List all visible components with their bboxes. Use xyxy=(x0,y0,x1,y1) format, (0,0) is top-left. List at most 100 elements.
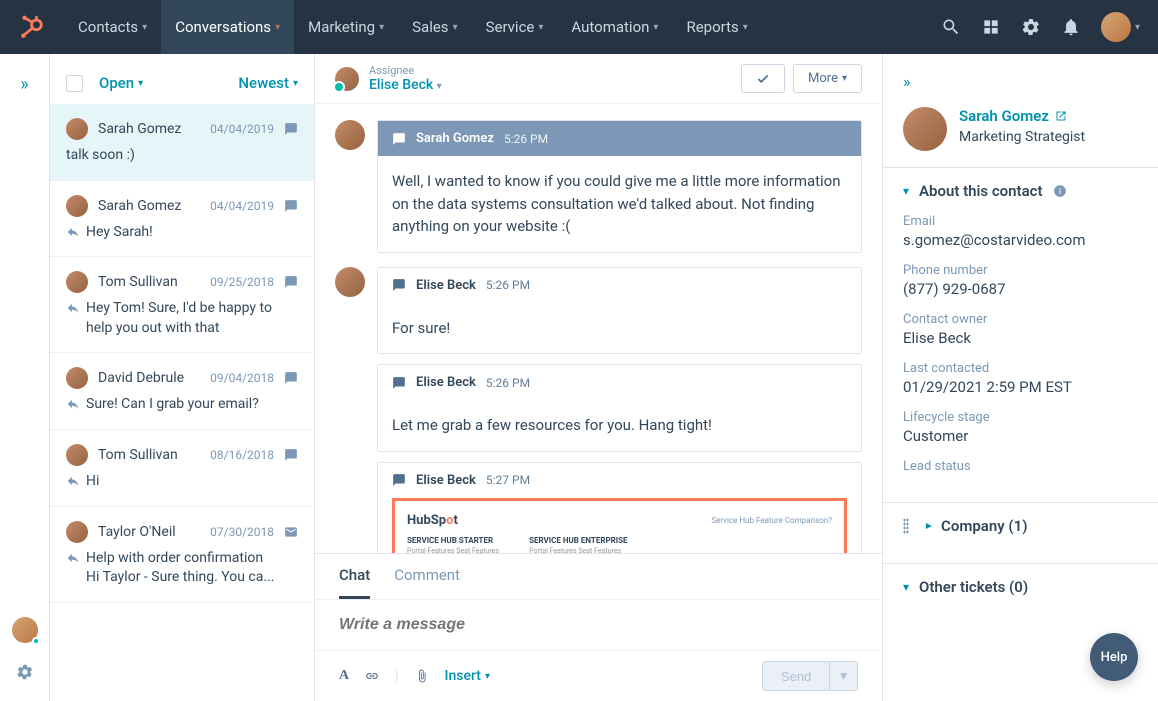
message[interactable]: Elise Beck5:26 PMLet me grab a few resou… xyxy=(377,364,862,452)
field-label: Contact owner xyxy=(903,312,1138,327)
main-nav: Contacts▾ Conversations▾ Marketing▾ Sale… xyxy=(64,0,941,54)
nav-conversations[interactable]: Conversations▾ xyxy=(161,0,294,54)
message-header: Sarah Gomez5:26 PM xyxy=(378,121,861,156)
chevron-right-icon: ▾ xyxy=(921,523,935,529)
section-title: About this contact xyxy=(919,182,1042,200)
chevron-down-icon: ▾ xyxy=(142,22,147,33)
nav-reports[interactable]: Reports▾ xyxy=(672,0,761,54)
sender-avatar xyxy=(335,120,365,150)
about-section-toggle[interactable]: ▾ About this contact xyxy=(903,182,1138,200)
bell-icon[interactable] xyxy=(1061,17,1081,37)
nav-service[interactable]: Service▾ xyxy=(472,0,558,54)
conversation-item[interactable]: Sarah Gomez 04/04/2019 talk soon :) xyxy=(50,104,314,181)
marketplace-icon[interactable] xyxy=(981,17,1001,37)
composer: Chat Comment A | Insert▾ Send ▾ xyxy=(315,553,882,701)
message-header: Elise Beck5:26 PM xyxy=(378,365,861,400)
rail-avatar[interactable] xyxy=(12,617,38,643)
message-header: Elise Beck5:27 PM xyxy=(378,463,861,498)
contact-name-link[interactable]: Sarah Gomez xyxy=(959,107,1085,125)
send-button[interactable]: Send xyxy=(762,661,830,691)
field-label: Email xyxy=(903,214,1138,229)
attachment-preview[interactable]: HubSpot Service Hub Feature Comparison? … xyxy=(392,498,847,554)
conversation-preview: Hi xyxy=(66,472,298,492)
message[interactable]: Sarah Gomez5:26 PM Well, I wanted to kno… xyxy=(377,120,862,253)
field-label: Lead status xyxy=(903,459,1138,474)
collapse-sidebar-button[interactable]: » xyxy=(903,72,1138,91)
send-dropdown[interactable]: ▾ xyxy=(830,661,858,691)
nav-contacts[interactable]: Contacts▾ xyxy=(64,0,161,54)
link-button[interactable] xyxy=(365,669,379,683)
chat-icon xyxy=(392,278,406,292)
field-value: s.gomez@costarvideo.com xyxy=(903,231,1138,249)
search-icon[interactable] xyxy=(941,17,961,37)
field-label: Phone number xyxy=(903,263,1138,278)
gear-icon[interactable] xyxy=(16,663,34,681)
conversation-item[interactable]: Taylor O'Neil 07/30/2018 Help with order… xyxy=(50,507,314,603)
conversation-date: 04/04/2019 xyxy=(210,199,274,213)
reply-icon xyxy=(66,301,80,315)
contact-field: Email s.gomez@costarvideo.com xyxy=(903,214,1138,249)
section-title: Other tickets (0) xyxy=(919,578,1028,596)
message[interactable]: Elise Beck5:27 PM HubSpot Service Hub Fe… xyxy=(377,462,862,554)
company-section-toggle[interactable]: ▾ Company (1) xyxy=(903,517,1138,535)
message[interactable]: Elise Beck5:26 PMFor sure! xyxy=(377,267,862,355)
conversation-name: Taylor O'Neil xyxy=(98,524,200,540)
user-avatar xyxy=(1101,12,1131,42)
conversation-item[interactable]: David Debrule 09/04/2018 Sure! Can I gra… xyxy=(50,353,314,430)
contact-field: Last contacted 01/29/2021 2:59 PM EST xyxy=(903,361,1138,396)
chat-icon xyxy=(392,376,406,390)
insert-button[interactable]: Insert▾ xyxy=(445,668,490,684)
conversation-item[interactable]: Tom Sullivan 08/16/2018 Hi xyxy=(50,430,314,507)
hubspot-logo[interactable] xyxy=(18,14,44,40)
filter-status[interactable]: Open▾ xyxy=(99,74,143,92)
contact-field: Lead status xyxy=(903,459,1138,474)
conversation-item[interactable]: Tom Sullivan 09/25/2018 Hey Tom! Sure, I… xyxy=(50,257,314,353)
sort-button[interactable]: Newest▾ xyxy=(238,74,298,92)
text-format-button[interactable]: A xyxy=(339,668,349,684)
field-label: Lifecycle stage xyxy=(903,410,1138,425)
chevron-down-icon: ▾ xyxy=(903,580,909,594)
expand-rail-button[interactable]: » xyxy=(20,74,28,95)
message-group: Elise Beck5:26 PMFor sure! Elise Beck5:2… xyxy=(335,267,862,554)
field-value: (877) 929-0687 xyxy=(903,280,1138,298)
message-input[interactable] xyxy=(339,616,858,634)
tickets-section-toggle[interactable]: ▾ Other tickets (0) xyxy=(903,578,1138,596)
select-all-checkbox[interactable] xyxy=(66,75,83,92)
attachment-button[interactable] xyxy=(415,669,429,683)
nav-sales[interactable]: Sales▾ xyxy=(398,0,471,54)
message-header: Elise Beck5:26 PM xyxy=(378,268,861,303)
external-link-icon xyxy=(1055,110,1067,122)
chat-icon xyxy=(284,371,298,385)
conversation-name: Sarah Gomez xyxy=(98,198,200,214)
nav-automation[interactable]: Automation▾ xyxy=(557,0,672,54)
chat-icon xyxy=(284,275,298,289)
drag-handle-icon[interactable] xyxy=(903,518,909,534)
tab-chat[interactable]: Chat xyxy=(339,566,370,599)
mark-done-button[interactable] xyxy=(741,64,785,93)
info-icon xyxy=(1053,184,1067,198)
field-label: Last contacted xyxy=(903,361,1138,376)
more-button[interactable]: More▾ xyxy=(793,64,862,93)
gear-icon[interactable] xyxy=(1021,17,1041,37)
chat-icon xyxy=(284,448,298,462)
chat-icon xyxy=(392,132,406,146)
help-button[interactable]: Help xyxy=(1090,633,1138,681)
contact-summary: Sarah Gomez Marketing Strategist xyxy=(883,107,1158,167)
conversation-date: 08/16/2018 xyxy=(210,448,274,462)
field-value: Elise Beck xyxy=(903,329,1138,347)
field-value: 01/29/2021 2:59 PM EST xyxy=(903,378,1138,396)
assignee-selector[interactable]: Assignee Elise Beck ▾ xyxy=(335,64,741,93)
left-rail: » xyxy=(0,54,50,701)
contact-field: Lifecycle stage Customer xyxy=(903,410,1138,445)
email-icon xyxy=(284,525,298,539)
avatar xyxy=(66,367,88,389)
tab-comment[interactable]: Comment xyxy=(394,566,460,599)
about-section: ▾ About this contact Email s.gomez@costa… xyxy=(883,167,1158,502)
chevron-down-icon: ▾ xyxy=(903,184,909,198)
top-nav-bar: Contacts▾ Conversations▾ Marketing▾ Sale… xyxy=(0,0,1158,54)
conversation-item[interactable]: Sarah Gomez 04/04/2019 Hey Sarah! xyxy=(50,181,314,258)
account-menu[interactable]: ▾ xyxy=(1101,12,1140,42)
nav-marketing[interactable]: Marketing▾ xyxy=(294,0,398,54)
message-body: For sure! xyxy=(378,303,861,354)
contact-avatar xyxy=(903,107,947,151)
